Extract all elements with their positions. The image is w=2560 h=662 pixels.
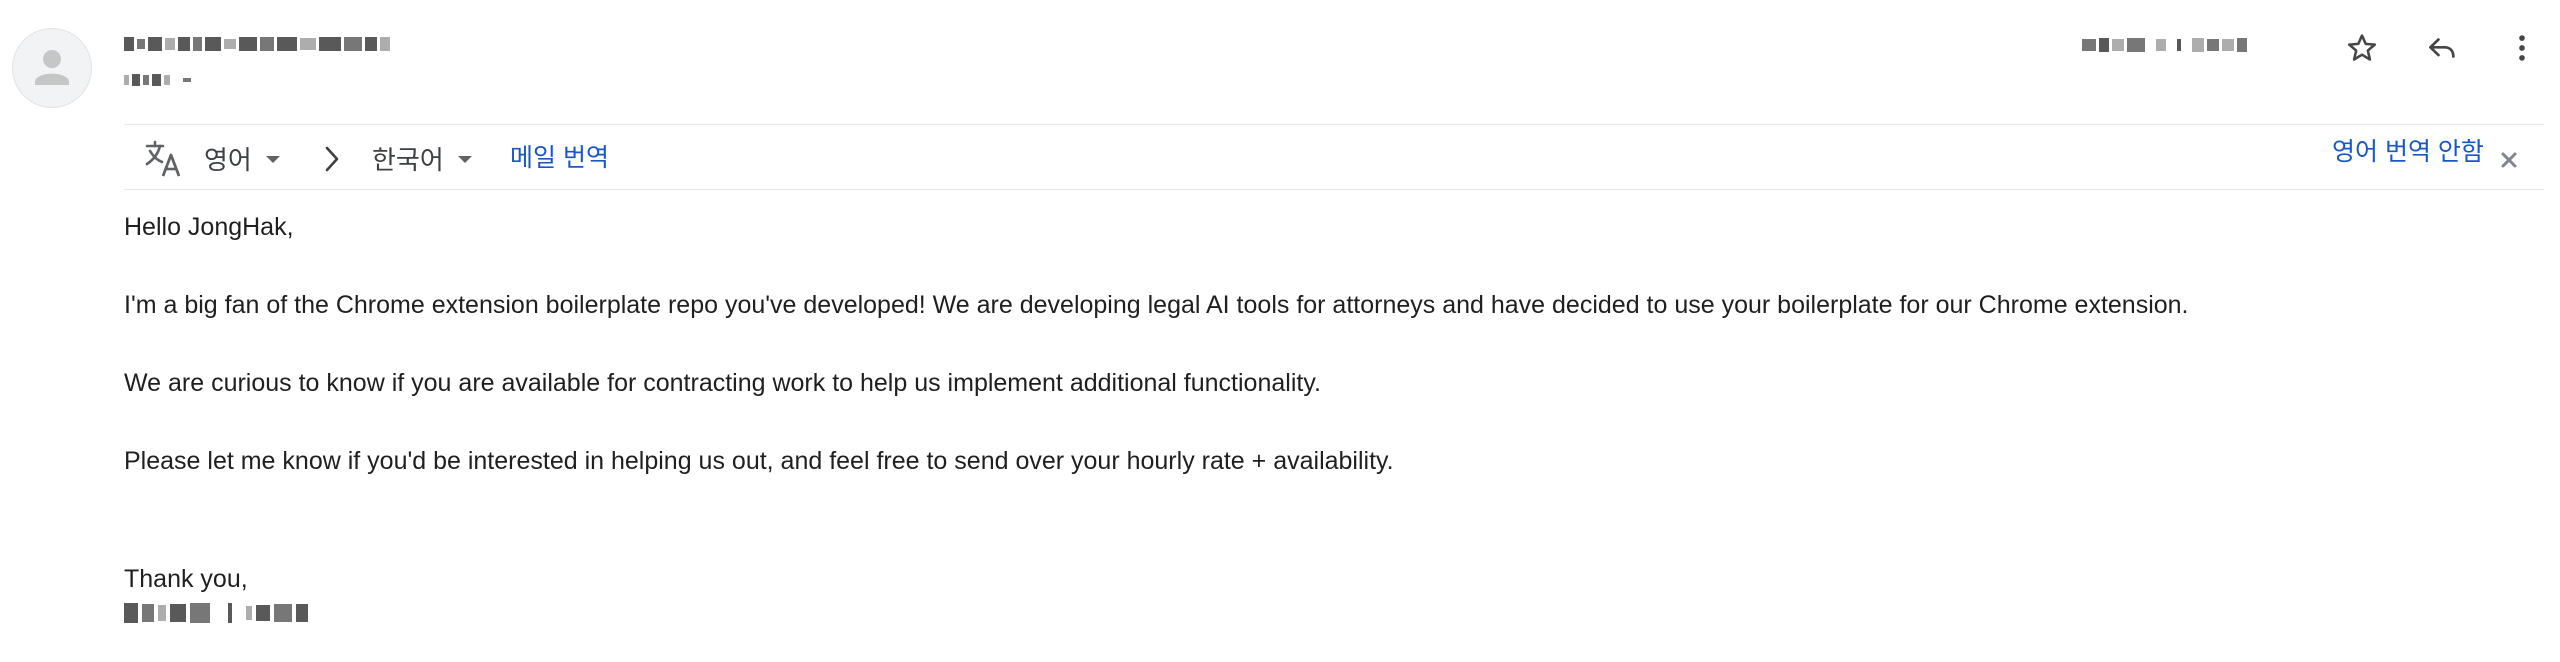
translation-bar: 영어 한국어 메일 번역 영어 번역 안함 [124,124,2544,190]
close-icon[interactable] [2494,145,2524,175]
reply-icon [2429,38,2455,58]
email-closing: Thank you, [124,565,248,593]
chevron-down-icon [457,155,472,163]
target-language-select[interactable]: 한국어 [372,141,472,175]
dont-translate-link[interactable]: 영어 번역 안함 [2332,137,2484,167]
sender-avatar[interactable] [12,28,92,108]
target-language-label: 한국어 [372,144,444,175]
chevron-down-icon [265,155,280,163]
sender-name[interactable] [124,30,390,58]
email-paragraph: I'm a big fan of the Chrome extension bo… [124,291,2189,319]
more-vert-icon [2519,35,2525,61]
email-paragraph: Please let me know if you'd be intereste… [124,447,1394,475]
person-icon [35,50,69,85]
translate-icon [145,140,181,177]
chevron-right-icon [325,146,339,172]
recipient-line[interactable] [124,72,191,88]
star-icon [2347,34,2377,61]
source-language-label: 영어 [204,144,252,175]
email-signature [124,600,308,626]
more-options-button[interactable] [2498,24,2546,72]
star-button[interactable] [2338,24,2386,72]
reply-button[interactable] [2418,24,2466,72]
email-paragraph: We are curious to know if you are availa… [124,369,1321,397]
source-language-select[interactable]: 영어 [204,141,280,175]
email-timestamp [2082,36,2247,54]
translate-message-link[interactable]: 메일 번역 [510,143,609,173]
email-greeting: Hello JongHak, [124,213,294,241]
